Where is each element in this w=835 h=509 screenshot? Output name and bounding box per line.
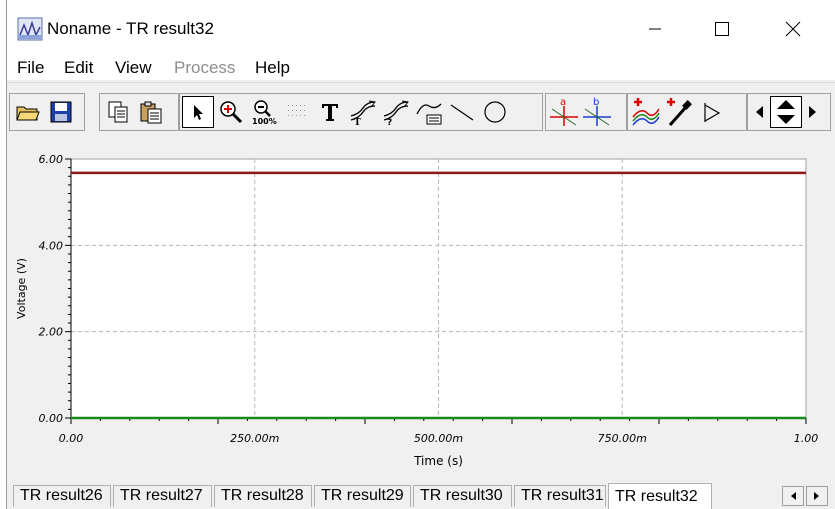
close-icon bbox=[785, 21, 801, 37]
zoom-100-icon: 100% bbox=[252, 100, 277, 125]
cursor-tool-group: a b bbox=[545, 93, 627, 131]
curve-query-button[interactable]: ? bbox=[380, 96, 412, 128]
add-curve-button[interactable] bbox=[630, 96, 662, 128]
maximize-button[interactable] bbox=[699, 14, 745, 44]
line-tool-icon bbox=[450, 104, 474, 121]
paste-icon bbox=[140, 101, 162, 124]
minimize-button[interactable] bbox=[632, 14, 678, 44]
grid-icon bbox=[288, 105, 305, 116]
eyedropper-icon bbox=[667, 98, 692, 126]
minimize-icon bbox=[649, 28, 661, 30]
tab-result[interactable]: TR result26 bbox=[13, 485, 111, 507]
scroll-right-button[interactable] bbox=[803, 96, 823, 128]
curve-table-button[interactable] bbox=[413, 96, 445, 128]
y-axis-label: Voltage (V) bbox=[15, 258, 28, 319]
arrow-left-icon bbox=[791, 492, 796, 500]
add-curve-icon bbox=[632, 98, 660, 126]
cursor-b-icon: b bbox=[583, 97, 611, 126]
circle-tool-button[interactable] bbox=[479, 96, 511, 128]
file-tool-group bbox=[9, 93, 85, 131]
curve-query-icon: ? bbox=[383, 100, 409, 126]
tab-result[interactable]: TR result31 bbox=[514, 485, 606, 507]
grid-button[interactable] bbox=[281, 96, 313, 128]
tab-result[interactable]: TR result29 bbox=[314, 485, 411, 507]
zoom-100-button[interactable]: 100% bbox=[248, 96, 280, 128]
svg-text:a: a bbox=[560, 97, 566, 108]
text-tool-icon bbox=[322, 104, 338, 121]
result-tab-bar: TR result26 TR result27 TR result28 TR resu… bbox=[7, 481, 835, 509]
menu-file[interactable]: File bbox=[17, 58, 44, 78]
svg-text:?: ? bbox=[387, 118, 392, 126]
save-disk-icon bbox=[50, 101, 72, 123]
x-tick-label: 750.00m bbox=[598, 432, 647, 445]
graph-area[interactable]: 0.00 250.00m 500.00m 750.00m 1.00 0.00 2.00 4.0… bbox=[7, 139, 835, 481]
arrow-right-icon bbox=[809, 106, 816, 118]
x-tick-label: 1.00 bbox=[794, 432, 819, 445]
x-axis-label: Time (s) bbox=[413, 454, 463, 468]
zoom-in-button[interactable] bbox=[215, 96, 247, 128]
title-bar: Noname - TR result32 bbox=[7, 0, 835, 58]
menu-bar: File Edit View Process Help bbox=[7, 56, 835, 80]
text-tool-button[interactable] bbox=[314, 96, 346, 128]
cursor-a-icon: a bbox=[550, 97, 578, 126]
curve-table-icon bbox=[416, 103, 442, 125]
copy-button[interactable] bbox=[102, 96, 134, 128]
tab-result[interactable]: TR result27 bbox=[113, 485, 212, 507]
y-tick-label: 2.00 bbox=[39, 326, 64, 339]
cursor-a-button[interactable]: a bbox=[548, 96, 580, 128]
tab-scroll-left-button[interactable] bbox=[782, 486, 804, 506]
arrow-up-down-icon bbox=[777, 100, 795, 124]
select-tool-button[interactable] bbox=[182, 96, 214, 128]
app-logo-icon bbox=[17, 17, 43, 41]
menu-edit[interactable]: Edit bbox=[64, 58, 93, 78]
paste-button[interactable] bbox=[135, 96, 167, 128]
eyedropper-button[interactable] bbox=[663, 96, 695, 128]
cursor-b-button[interactable]: b bbox=[581, 96, 613, 128]
curve-tool-group bbox=[627, 93, 747, 131]
select-arrow-icon bbox=[194, 105, 203, 120]
navigation-tool-group bbox=[747, 93, 831, 131]
drawing-tool-group: 100% T ? bbox=[179, 93, 543, 131]
menu-view[interactable]: View bbox=[115, 58, 152, 78]
open-folder-icon bbox=[16, 106, 40, 121]
tab-scroll-right-button[interactable] bbox=[806, 486, 828, 506]
scroll-left-button[interactable] bbox=[749, 96, 769, 128]
menu-process[interactable]: Process bbox=[174, 58, 235, 78]
tab-result[interactable]: TR result30 bbox=[413, 485, 512, 507]
application-window: Noname - TR result32 File Edit View Proc… bbox=[6, 0, 835, 509]
tab-result[interactable]: TR result28 bbox=[214, 485, 312, 507]
close-button[interactable] bbox=[770, 14, 816, 44]
zoom-100-label: 100% bbox=[252, 117, 277, 125]
save-button[interactable] bbox=[45, 96, 77, 128]
toolbar: 100% T ? a b bbox=[7, 82, 835, 138]
tab-result[interactable]: TR result32 bbox=[608, 483, 712, 509]
svg-text:b: b bbox=[593, 97, 599, 108]
svg-text:T: T bbox=[354, 118, 361, 126]
flag-icon bbox=[704, 103, 721, 122]
y-tick-label: 0.00 bbox=[39, 412, 64, 425]
arrow-left-icon bbox=[756, 106, 763, 118]
voltage-time-chart[interactable]: 0.00 250.00m 500.00m 750.00m 1.00 0.00 2.00 4.0… bbox=[7, 139, 835, 481]
copy-icon bbox=[108, 101, 128, 123]
circle-tool-icon bbox=[484, 101, 506, 123]
window-title: Noname - TR result32 bbox=[47, 19, 214, 38]
open-button[interactable] bbox=[12, 96, 44, 128]
y-tick-label: 6.00 bbox=[39, 153, 64, 166]
maximize-icon bbox=[715, 22, 729, 36]
flag-button[interactable] bbox=[696, 96, 728, 128]
y-tick-label: 4.00 bbox=[39, 239, 64, 252]
scroll-up-down-button[interactable] bbox=[770, 96, 802, 128]
menu-help[interactable]: Help bbox=[255, 58, 290, 78]
zoom-in-icon bbox=[220, 101, 243, 124]
curve-label-button[interactable]: T bbox=[347, 96, 379, 128]
x-tick-label: 0.00 bbox=[59, 432, 84, 445]
x-tick-label: 250.00m bbox=[230, 432, 279, 445]
clipboard-tool-group bbox=[99, 93, 179, 131]
x-tick-label: 500.00m bbox=[414, 432, 463, 445]
arrow-right-icon bbox=[814, 492, 819, 500]
curve-label-icon: T bbox=[350, 100, 376, 126]
line-tool-button[interactable] bbox=[446, 96, 478, 128]
